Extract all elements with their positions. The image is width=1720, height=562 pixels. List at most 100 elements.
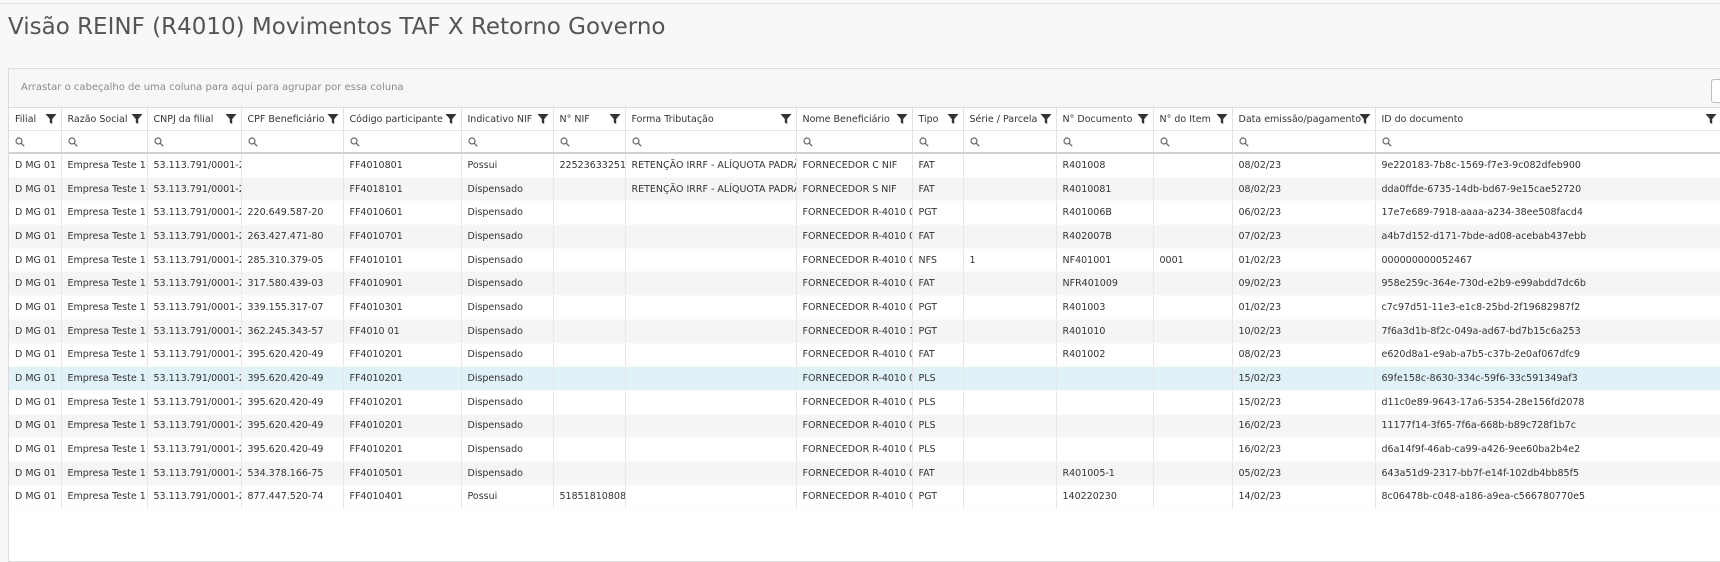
filter-icon[interactable]: [445, 113, 457, 125]
column-header-filial[interactable]: Filial: [9, 108, 62, 131]
table-row[interactable]: D MG 01Empresa Teste 153.113.791/0001-22…: [9, 319, 1720, 344]
filter-icon[interactable]: [609, 113, 621, 125]
column-header-label: Nome Beneficiário: [802, 113, 890, 125]
cell-numero-nif: [553, 461, 626, 486]
column-header-cnpj-filial[interactable]: CNPJ da filial: [147, 108, 242, 131]
column-header-serie-parcela[interactable]: Série / Parcela: [963, 108, 1057, 131]
table-row[interactable]: D MG 01Empresa Teste 153.113.791/0001-22…: [9, 485, 1720, 510]
filter-cell-data-emissao-pagamento[interactable]: [1232, 130, 1376, 154]
table-row[interactable]: D MG 01Empresa Teste 153.113.791/0001-22…: [9, 414, 1720, 439]
cell-cnpj-filial: 53.113.791/0001-22: [147, 343, 242, 368]
table-row[interactable]: D MG 01Empresa Teste 153.113.791/0001-22…: [9, 343, 1720, 368]
cell-numero-item: [1153, 224, 1233, 249]
filter-cell-numero-nif[interactable]: [553, 130, 626, 154]
filter-icon[interactable]: [45, 113, 57, 125]
table-row[interactable]: D MG 01Empresa Teste 153.113.791/0001-22…: [9, 390, 1720, 415]
cell-numero-nif: [553, 200, 626, 226]
column-header-numero-nif[interactable]: N° NIF: [553, 108, 626, 131]
column-header-numero-documento[interactable]: N° Documento: [1056, 108, 1154, 131]
filter-icon[interactable]: [947, 113, 959, 125]
column-header-data-emissao-pagamento[interactable]: Data emissão/pagamento: [1232, 108, 1376, 131]
column-header-tipo[interactable]: Tipo: [912, 108, 964, 131]
filter-cell-numero-item[interactable]: [1153, 130, 1233, 154]
filter-cell-nome-beneficiario[interactable]: [796, 130, 913, 154]
column-header-indicativo-nif[interactable]: Indicativo NIF: [461, 108, 554, 131]
cell-numero-item: [1153, 461, 1233, 486]
column-header-label: Código participante: [349, 113, 443, 125]
cell-tipo: PLS: [912, 390, 964, 415]
cell-forma-tributacao: [625, 319, 797, 344]
group-panel[interactable]: Arrastar o cabeçalho de uma coluna para …: [9, 69, 1720, 108]
cell-razao-social: Empresa Teste 1: [61, 343, 148, 368]
filter-icon[interactable]: [1359, 113, 1371, 125]
table-row[interactable]: D MG 01Empresa Teste 153.113.791/0001-22…: [9, 224, 1720, 249]
column-header-nome-beneficiario[interactable]: Nome Beneficiário: [796, 108, 913, 131]
cell-razao-social: Empresa Teste 1: [61, 295, 148, 320]
filter-cell-id-documento[interactable]: [1375, 130, 1720, 154]
filter-icon[interactable]: [780, 113, 792, 125]
cell-tipo: PGT: [912, 319, 964, 344]
filter-icon[interactable]: [1137, 113, 1149, 125]
filter-icon[interactable]: [896, 113, 908, 125]
cell-id-documento: 69fe158c-8630-334c-59f6-33c591349af3: [1375, 366, 1720, 391]
filter-icon[interactable]: [225, 113, 237, 125]
filter-cell-cpf-beneficiario[interactable]: [241, 130, 344, 154]
cell-numero-documento: [1056, 390, 1154, 415]
column-header-forma-tributacao[interactable]: Forma Tributação: [625, 108, 797, 131]
filter-cell-codigo-participante[interactable]: [343, 130, 462, 154]
cell-data-emissao-pagamento: 16/02/23: [1232, 437, 1376, 462]
column-header-razao-social[interactable]: Razão Social: [61, 108, 148, 131]
cell-tipo: FAT: [912, 343, 964, 368]
column-header-label: N° do Item: [1159, 113, 1211, 125]
cell-codigo-participante: FF4010701: [343, 224, 462, 249]
filter-cell-serie-parcela[interactable]: [963, 130, 1057, 154]
cell-id-documento: 11177f14-3f65-7f6a-668b-b89c728f1b7c: [1375, 414, 1720, 439]
filter-icon[interactable]: [1216, 113, 1228, 125]
filter-cell-forma-tributacao[interactable]: [625, 130, 797, 154]
filter-cell-numero-documento[interactable]: [1056, 130, 1154, 154]
column-header-codigo-participante[interactable]: Código participante: [343, 108, 462, 131]
cell-nome-beneficiario: FORNECEDOR R-4010 06: [796, 200, 913, 226]
table-row[interactable]: D MG 01Empresa Teste 153.113.791/0001-22…: [9, 248, 1720, 273]
cell-cpf-beneficiario: [241, 177, 344, 202]
table-row[interactable]: D MG 01Empresa Teste 153.113.791/0001-22…: [9, 177, 1720, 202]
filter-icon[interactable]: [1040, 113, 1052, 125]
column-chooser-button[interactable]: [1711, 79, 1720, 103]
table-row[interactable]: D MG 01Empresa Teste 153.113.791/0001-22…: [9, 437, 1720, 462]
cell-cnpj-filial: 53.113.791/0001-22: [147, 271, 242, 297]
cell-numero-item: [1153, 343, 1233, 368]
cell-cnpj-filial: 53.113.791/0001-22: [147, 224, 242, 249]
column-header-cpf-beneficiario[interactable]: CPF Beneficiário: [241, 108, 344, 131]
table-row[interactable]: D MG 01Empresa Teste 153.113.791/0001-22…: [9, 366, 1720, 391]
filter-cell-filial[interactable]: [9, 130, 62, 154]
cell-codigo-participante: FF4010901: [343, 271, 462, 297]
cell-numero-documento: R401005-1: [1056, 461, 1154, 486]
cell-cnpj-filial: 53.113.791/0001-22: [147, 437, 242, 462]
filter-cell-cnpj-filial[interactable]: [147, 130, 242, 154]
filter-icon[interactable]: [327, 113, 339, 125]
filter-icon[interactable]: [537, 113, 549, 125]
cell-cpf-beneficiario: 263.427.471-80: [241, 224, 344, 249]
cell-filial: D MG 01: [9, 390, 62, 415]
table-row[interactable]: D MG 01Empresa Teste 153.113.791/0001-22…: [9, 200, 1720, 226]
filter-cell-indicativo-nif[interactable]: [461, 130, 554, 154]
cell-id-documento: 958e259c-364e-730d-e2b9-e99abdd7dc6b: [1375, 271, 1720, 297]
table-row[interactable]: D MG 01Empresa Teste 153.113.791/0001-22…: [9, 295, 1720, 320]
column-header-id-documento[interactable]: ID do documento: [1375, 108, 1720, 131]
cell-filial: D MG 01: [9, 366, 62, 391]
cell-forma-tributacao: RETENÇÃO IRRF - ALÍQUOTA PADRÃO: [625, 153, 797, 178]
cell-serie-parcela: [963, 200, 1057, 226]
table-row[interactable]: D MG 01Empresa Teste 153.113.791/0001-22…: [9, 271, 1720, 297]
table-row[interactable]: D MG 01Empresa Teste 153.113.791/0001-22…: [9, 461, 1720, 486]
cell-indicativo-nif: Dispensado: [461, 343, 554, 368]
table-row[interactable]: D MG 01Empresa Teste 153.113.791/0001-22…: [9, 153, 1720, 178]
column-header-label: Razão Social: [67, 113, 128, 125]
cell-tipo: PLS: [912, 366, 964, 391]
filter-cell-tipo[interactable]: [912, 130, 964, 154]
filter-icon[interactable]: [1705, 113, 1717, 125]
filter-icon[interactable]: [131, 113, 143, 125]
cell-numero-nif: [553, 295, 626, 320]
cell-razao-social: Empresa Teste 1: [61, 200, 148, 226]
column-header-numero-item[interactable]: N° do Item: [1153, 108, 1233, 131]
filter-cell-razao-social[interactable]: [61, 130, 148, 154]
